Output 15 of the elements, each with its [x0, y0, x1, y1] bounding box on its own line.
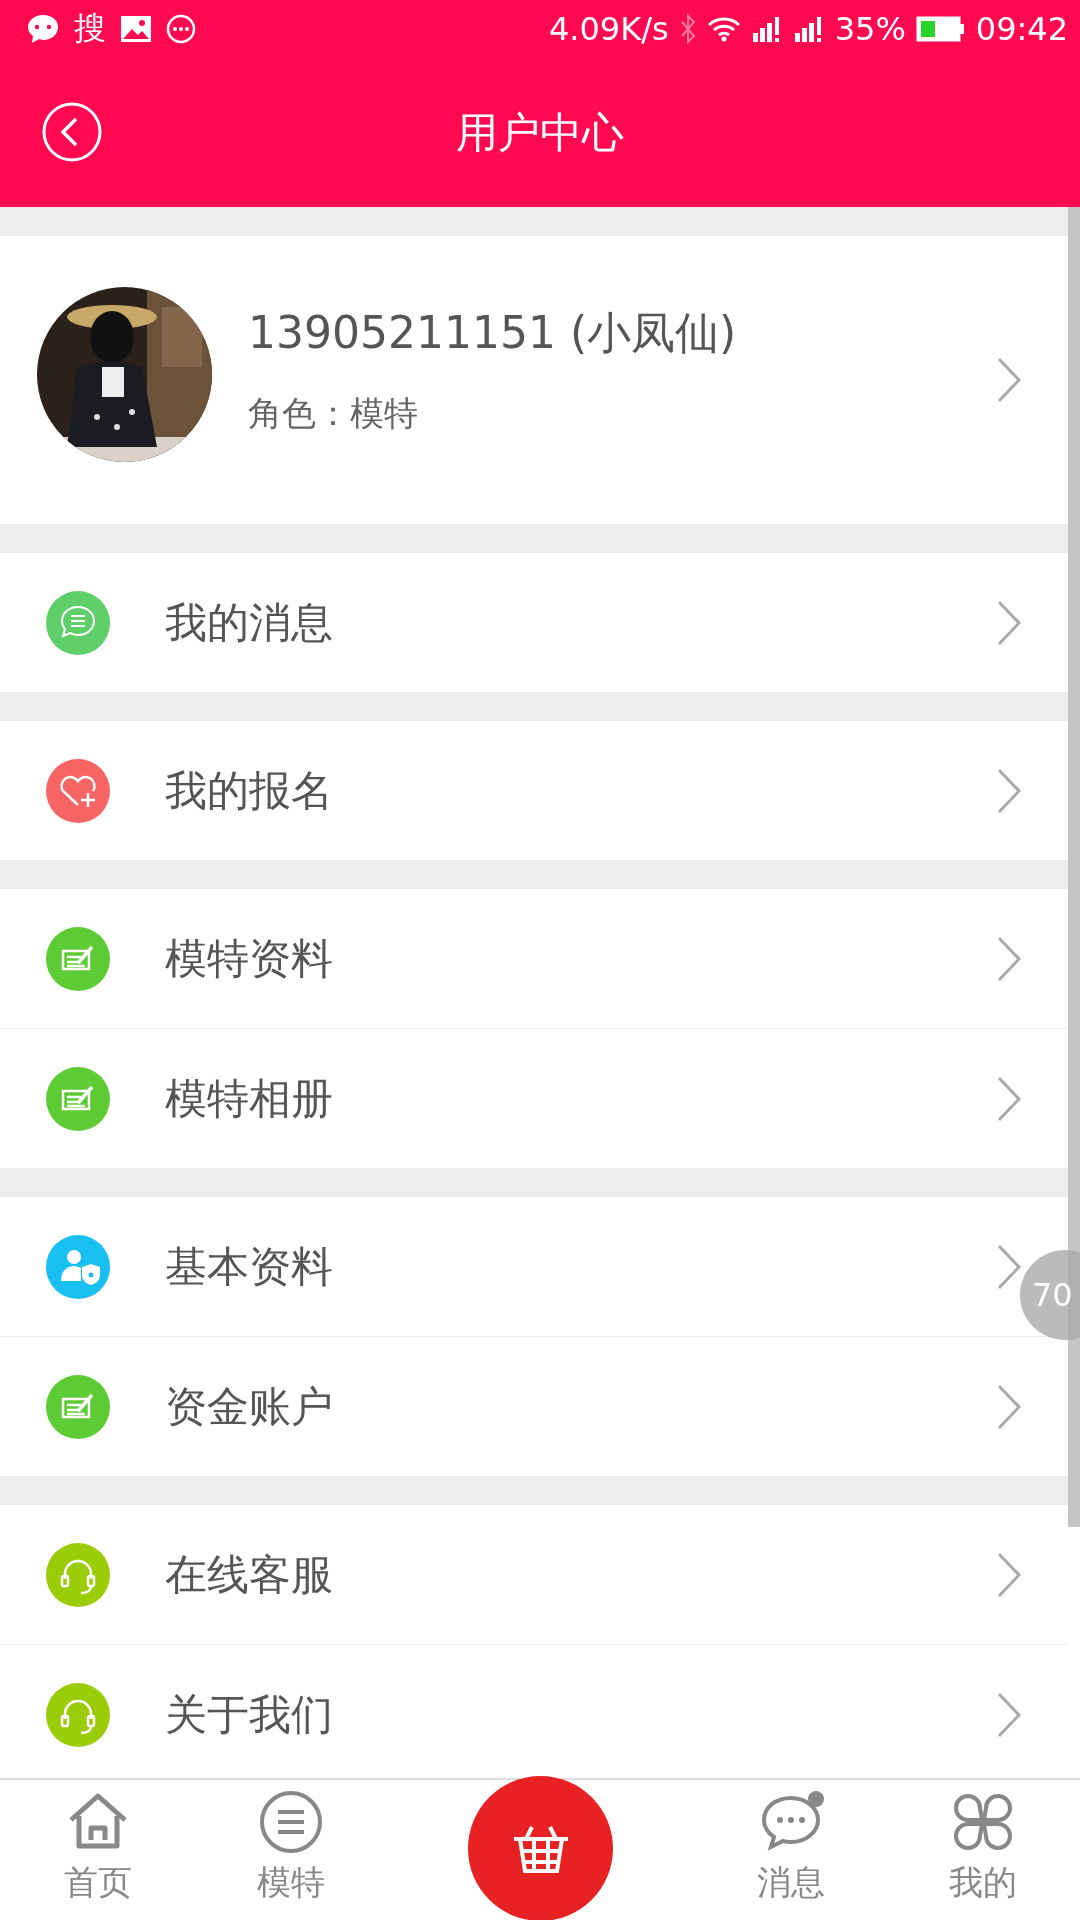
menu-label: 我的消息 [165, 596, 334, 649]
user-role: 角色：模特 [248, 391, 419, 435]
battery-percent: 35% [834, 10, 906, 48]
menu-label: 模特资料 [165, 932, 334, 985]
menu-label: 基本资料 [165, 1240, 334, 1293]
menu-label: 我的报名 [165, 764, 334, 817]
user-name: 13905211151 (小凤仙) [248, 305, 738, 360]
status-app-label: 搜 [74, 8, 106, 49]
page-title: 用户中心 [456, 106, 624, 159]
menu-label: 关于我们 [165, 1688, 334, 1741]
network-speed: 4.09K/s [548, 10, 669, 48]
menu-label: 资金账户 [165, 1380, 334, 1433]
clock: 09:42 [975, 10, 1068, 48]
menu-label: 在线客服 [165, 1548, 334, 1601]
menu-label: 模特相册 [165, 1072, 334, 1125]
